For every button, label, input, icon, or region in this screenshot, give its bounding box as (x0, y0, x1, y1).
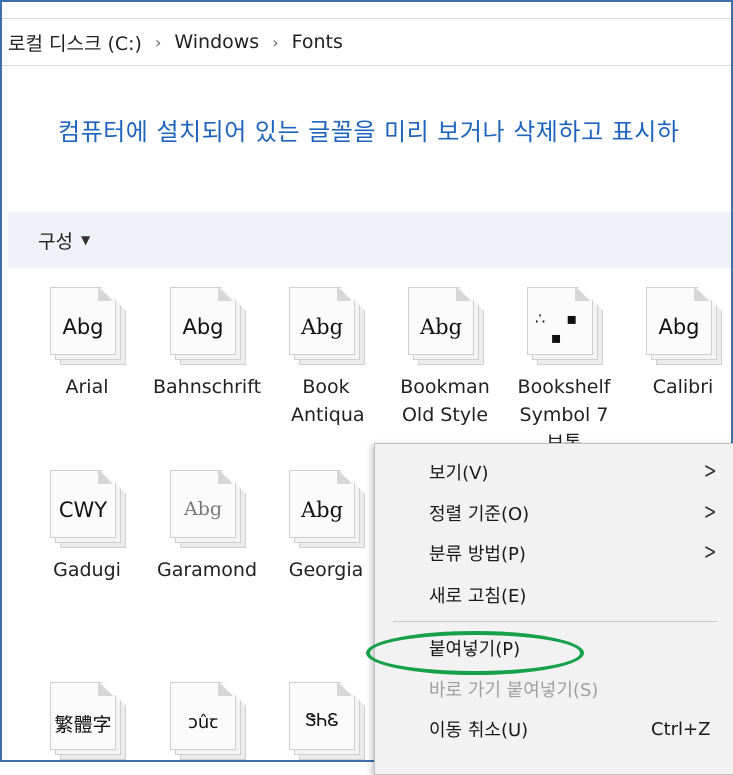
font-tile-gadugi[interactable]: CWY Gadugi (27, 470, 147, 584)
font-sample: Abg (300, 498, 344, 522)
font-file-icon: Abg (289, 287, 365, 365)
breadcrumb-windows[interactable]: Windows (174, 31, 259, 53)
font-sample: Abg (62, 315, 104, 339)
font-name: Bahnschrift (152, 376, 262, 398)
menu-item-sort-by[interactable]: 정렬 기준(O) > (375, 496, 733, 530)
font-tile-bahnschrift[interactable]: Abg Bahnschrift (147, 287, 267, 401)
menu-item-label: 정렬 기준(O) (429, 504, 530, 525)
font-sample: Abg (182, 315, 224, 339)
font-file-icon: ᏕᏂᏋ (289, 682, 365, 760)
font-tile-garamond[interactable]: Abg Garamond (147, 470, 267, 584)
font-file-icon: Abg (170, 287, 246, 365)
font-file-icon: 繁體字 (50, 682, 126, 760)
font-sample: ᏕᏂᏋ (305, 710, 339, 731)
font-sample: Abg (658, 315, 700, 339)
font-file-icon: CWY (50, 470, 126, 548)
chevron-right-icon: › (154, 32, 162, 52)
menu-item-label: 바로 가기 붙여넣기(S) (429, 680, 599, 701)
font-tile-calibri[interactable]: Abg Calibri (623, 287, 731, 401)
font-file-icon: Abg (408, 287, 484, 365)
font-name: Georgia (288, 559, 364, 581)
address-bar[interactable]: 로컬 디스크 (C:) › Windows › Fonts (2, 19, 731, 66)
font-tile-georgia[interactable]: Abg Georgia (266, 470, 386, 584)
context-menu: 보기(V) > 정렬 기준(O) > 분류 방법(P) > 새로 고침(E) 붙… (374, 443, 733, 775)
font-file-icon: Abg (50, 287, 126, 365)
font-name: Calibri (652, 376, 714, 398)
menu-item-label: 이동 취소(U) (429, 720, 529, 741)
font-sample: Abg (300, 315, 344, 339)
font-sample: 繁體字 (54, 714, 112, 736)
font-sample: Abg (419, 315, 463, 339)
font-sample: ∴ ▪ ▪ (534, 309, 586, 347)
font-name: Arial (65, 376, 109, 398)
menu-item-shortcut: Ctrl+Z (651, 718, 711, 740)
menu-item-paste-shortcut: 바로 가기 붙여넣기(S) (375, 672, 733, 706)
chevron-right-icon: > (703, 540, 717, 565)
menu-item-undo-move[interactable]: 이동 취소(U) Ctrl+Z (375, 712, 733, 746)
menu-item-label: 새로 고침(E) (429, 586, 527, 607)
font-tile-bookman-old-style[interactable]: Abg Bookman Old Style (385, 287, 505, 429)
font-tile-book-antiqua[interactable]: Abg Book Antiqua (266, 287, 386, 429)
menu-item-view[interactable]: 보기(V) > (375, 455, 733, 489)
menu-item-label: 분류 방법(P) (429, 544, 526, 565)
font-sample: ɔûꞇ (187, 712, 219, 733)
menu-separator (393, 621, 717, 622)
font-sample: Abg (183, 498, 223, 520)
chevron-right-icon: > (703, 459, 717, 484)
breadcrumb-drive[interactable]: 로컬 디스크 (C:) (8, 29, 142, 56)
menu-item-group-by[interactable]: 분류 방법(P) > (375, 536, 733, 570)
dropdown-caret-icon: ▼ (80, 233, 91, 247)
font-file-icon: Abg (646, 287, 722, 365)
font-file-icon: ∴ ▪ ▪ (527, 287, 603, 365)
font-name: Garamond (156, 559, 258, 581)
font-file-icon: ɔûꞇ (170, 682, 246, 760)
font-file-icon: Abg (289, 470, 365, 548)
chevron-right-icon: > (703, 500, 717, 525)
organize-button[interactable]: 구성 ▼ (38, 227, 90, 254)
menu-item-label: 보기(V) (429, 463, 489, 484)
command-bar: 구성 ▼ (8, 212, 731, 268)
font-tile-arial[interactable]: Abg Arial (27, 287, 147, 401)
font-sample: CWY (58, 498, 108, 522)
highlight-annotation-ring (366, 631, 584, 675)
organize-label: 구성 (38, 230, 73, 253)
font-tile-script[interactable]: ɔûꞇ (147, 682, 267, 760)
font-name: Gadugi (53, 559, 121, 581)
chevron-right-icon: › (272, 32, 279, 52)
breadcrumb-fonts[interactable]: Fonts (292, 31, 343, 53)
page-headline: 컴퓨터에 설치되어 있는 글꼴을 미리 보거나 삭제하고 표시하 (58, 118, 680, 146)
font-tile-bookshelf-symbol[interactable]: ∴ ▪ ▪ Bookshelf Symbol 7 보통 (504, 287, 624, 457)
font-name: Bookman Old Style (400, 376, 490, 426)
font-file-icon: Abg (170, 470, 246, 548)
menu-item-refresh[interactable]: 새로 고침(E) (375, 578, 733, 612)
font-name: Book Antiqua (291, 376, 365, 426)
font-tile-cherokee[interactable]: ᏕᏂᏋ (266, 682, 386, 760)
font-tile-cjk[interactable]: 繁體字 (27, 682, 147, 760)
